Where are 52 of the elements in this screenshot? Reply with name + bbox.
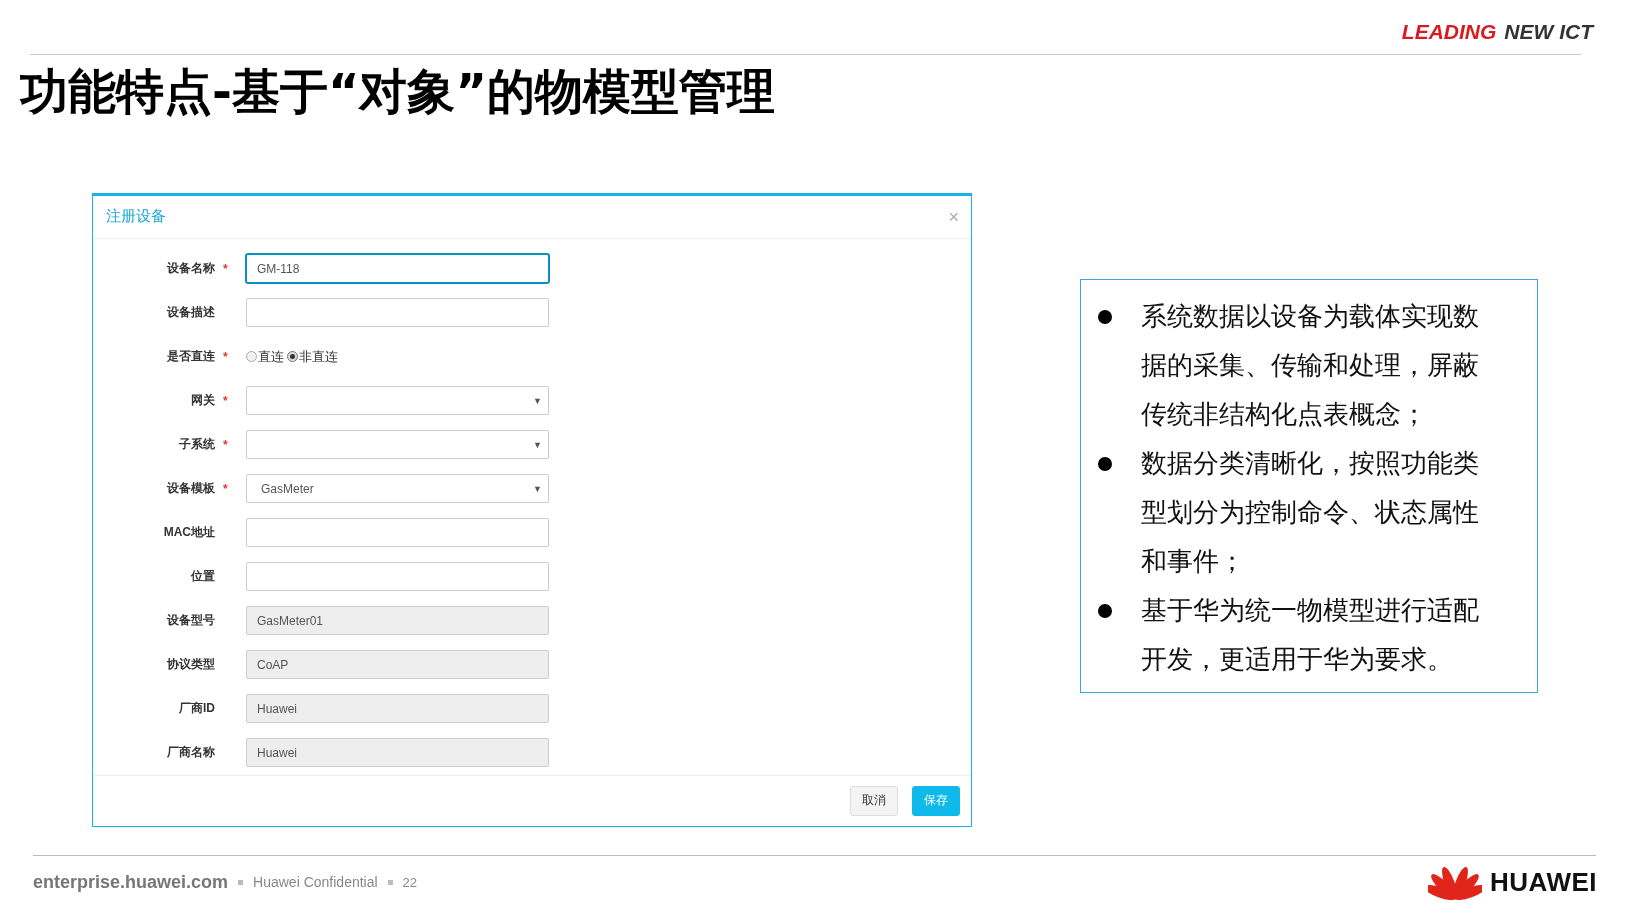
readonly-field[interactable]: Huawei bbox=[246, 738, 549, 768]
dropdown-field[interactable]: ▼ bbox=[246, 386, 549, 416]
readonly-field[interactable]: Huawei bbox=[246, 694, 549, 724]
brand-name: HUAWEI bbox=[1490, 866, 1597, 898]
field-label: 位置 bbox=[191, 568, 215, 586]
field-label: 设备名称 bbox=[167, 260, 215, 278]
required-asterisk: * bbox=[223, 349, 228, 364]
bullet-text: 系统数据以设备为载体实现数据的采集、传输和处理，屏蔽传统非结构化点表概念； bbox=[1141, 299, 1480, 431]
caret-icon: ▼ bbox=[533, 439, 542, 450]
field-label: 协议类型 bbox=[167, 656, 215, 674]
dropdown-field[interactable]: ▼ bbox=[246, 430, 549, 460]
dropdown-field[interactable]: GasMeter ▼ bbox=[246, 474, 549, 504]
cancel-button[interactable]: 取消 bbox=[850, 785, 898, 816]
required-asterisk: * bbox=[223, 261, 228, 276]
website-text: enterprise.huawei.com bbox=[33, 871, 229, 893]
readonly-field[interactable]: CoAP bbox=[246, 650, 549, 680]
confidential-text: Huawei Confidential bbox=[253, 874, 378, 890]
field-label: 设备型号 bbox=[167, 612, 215, 630]
page-number: 22 bbox=[402, 874, 418, 890]
radio-button[interactable] bbox=[246, 351, 257, 363]
input-field[interactable] bbox=[246, 518, 549, 548]
field-label: 子系统 bbox=[179, 436, 215, 454]
input-field[interactable] bbox=[246, 562, 549, 592]
separator-square-icon bbox=[238, 879, 244, 885]
field-label: 厂商名称 bbox=[167, 744, 215, 762]
bullet-dot-icon bbox=[1098, 456, 1112, 471]
field-label: 厂商ID bbox=[179, 700, 215, 718]
bullet-dot-icon bbox=[1098, 603, 1112, 618]
radio-label[interactable]: 非直连 bbox=[299, 347, 338, 366]
slide-title: 功能特点-基于“对象”的物模型管理 bbox=[20, 63, 776, 121]
dialog-title: 注册设备 bbox=[106, 207, 166, 227]
required-asterisk: * bbox=[223, 393, 228, 408]
field-label: 网关 bbox=[191, 392, 215, 410]
radio-button[interactable] bbox=[287, 351, 298, 363]
field-label: 设备描述 bbox=[167, 304, 215, 322]
tagline-text: LEADING bbox=[1401, 20, 1497, 44]
field-label: 是否直连 bbox=[167, 348, 215, 366]
bullet-text: 数据分类清晰化，按照功能类型划分为控制命令、状态属性和事件； bbox=[1141, 446, 1480, 578]
input-field[interactable]: GM-118 bbox=[246, 254, 549, 284]
separator-square-icon bbox=[387, 879, 393, 885]
bullet-text: 基于华为统一物模型进行适配开发，更适用于华为要求。 bbox=[1141, 593, 1480, 676]
bullet-dot-icon bbox=[1098, 309, 1112, 324]
caret-icon: ▼ bbox=[533, 483, 542, 494]
field-label: MAC地址 bbox=[163, 524, 215, 542]
caret-icon: ▼ bbox=[533, 395, 542, 406]
field-label: 设备模板 bbox=[167, 480, 215, 498]
readonly-field[interactable]: GasMeter01 bbox=[246, 606, 549, 636]
tagline-text: NEW ICT bbox=[1504, 20, 1593, 44]
radio-label[interactable]: 直连 bbox=[258, 347, 284, 366]
input-field[interactable] bbox=[246, 298, 549, 328]
required-asterisk: * bbox=[223, 437, 228, 452]
required-asterisk: * bbox=[223, 481, 228, 496]
